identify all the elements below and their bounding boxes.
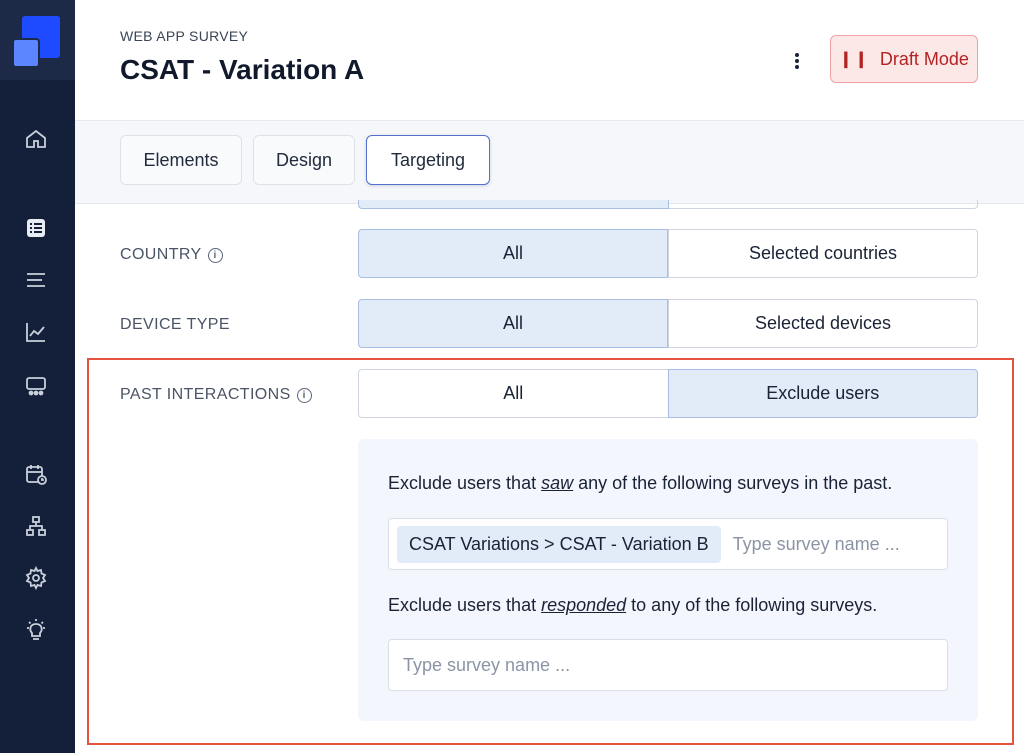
targeting-content: COUNTRY i All Selected countries DEVICE … — [75, 200, 1024, 753]
tab-targeting[interactable]: Targeting — [366, 135, 490, 185]
responded-survey-placeholder: Type survey name ... — [403, 654, 571, 675]
survey-chip[interactable]: CSAT Variations > CSAT - Variation B — [397, 525, 721, 563]
saw-description: Exclude users that saw any of the follow… — [388, 473, 893, 493]
calendar-clock-icon[interactable] — [22, 460, 50, 488]
tab-elements[interactable]: Elements — [120, 135, 242, 185]
page-header: WEB APP SURVEY CSAT - Variation A ❙❙ Dra… — [75, 0, 1024, 121]
hierarchy-icon[interactable] — [22, 512, 50, 540]
past-interactions-segment: All Exclude users — [358, 369, 978, 418]
previous-segment-left[interactable] — [358, 200, 669, 209]
more-options-icon[interactable] — [787, 48, 807, 74]
exclude-users-panel: Exclude users that saw any of the follow… — [358, 439, 978, 721]
country-option-all[interactable]: All — [358, 229, 668, 278]
country-option-selected[interactable]: Selected countries — [668, 229, 978, 278]
info-icon[interactable]: i — [207, 247, 223, 263]
saw-survey-input[interactable]: CSAT Variations > CSAT - Variation B Typ… — [388, 518, 948, 570]
survey-list-icon[interactable] — [22, 214, 50, 242]
pause-icon: ❙❙ — [839, 51, 870, 68]
responded-description: Exclude users that responded to any of t… — [388, 595, 878, 615]
country-label: COUNTRY i — [120, 246, 223, 264]
device-option-selected[interactable]: Selected devices — [668, 299, 978, 348]
draft-mode-button[interactable]: ❙❙ Draft Mode — [830, 35, 978, 83]
past-interactions-label: PAST INTERACTIONS i — [120, 386, 312, 404]
audience-icon[interactable] — [22, 372, 50, 400]
past-option-exclude[interactable]: Exclude users — [667, 369, 978, 418]
device-option-all[interactable]: All — [358, 299, 668, 348]
country-segment: All Selected countries — [358, 229, 978, 278]
logo-shape-front — [12, 38, 40, 68]
device-type-segment: All Selected devices — [358, 299, 978, 348]
previous-segment-right[interactable] — [668, 200, 978, 209]
lightbulb-icon[interactable] — [22, 616, 50, 644]
editor-tabs: Elements Design Targeting — [75, 121, 1024, 204]
menu-lines-icon[interactable] — [22, 266, 50, 294]
sidebar — [0, 0, 75, 753]
info-icon[interactable]: i — [296, 387, 312, 403]
device-type-label: DEVICE TYPE — [120, 316, 230, 333]
tab-design[interactable]: Design — [253, 135, 355, 185]
app-logo[interactable] — [0, 0, 75, 80]
chart-icon[interactable] — [22, 318, 50, 346]
draft-mode-label: Draft Mode — [879, 48, 969, 69]
previous-segment-control — [358, 200, 978, 209]
gear-icon[interactable] — [22, 564, 50, 592]
home-icon[interactable] — [22, 125, 50, 153]
page-title: CSAT - Variation A — [120, 54, 365, 85]
past-option-all[interactable]: All — [358, 369, 668, 418]
saw-survey-placeholder: Type survey name ... — [732, 533, 900, 554]
responded-survey-input[interactable]: Type survey name ... — [388, 639, 948, 691]
survey-type-label: WEB APP SURVEY — [120, 28, 249, 44]
